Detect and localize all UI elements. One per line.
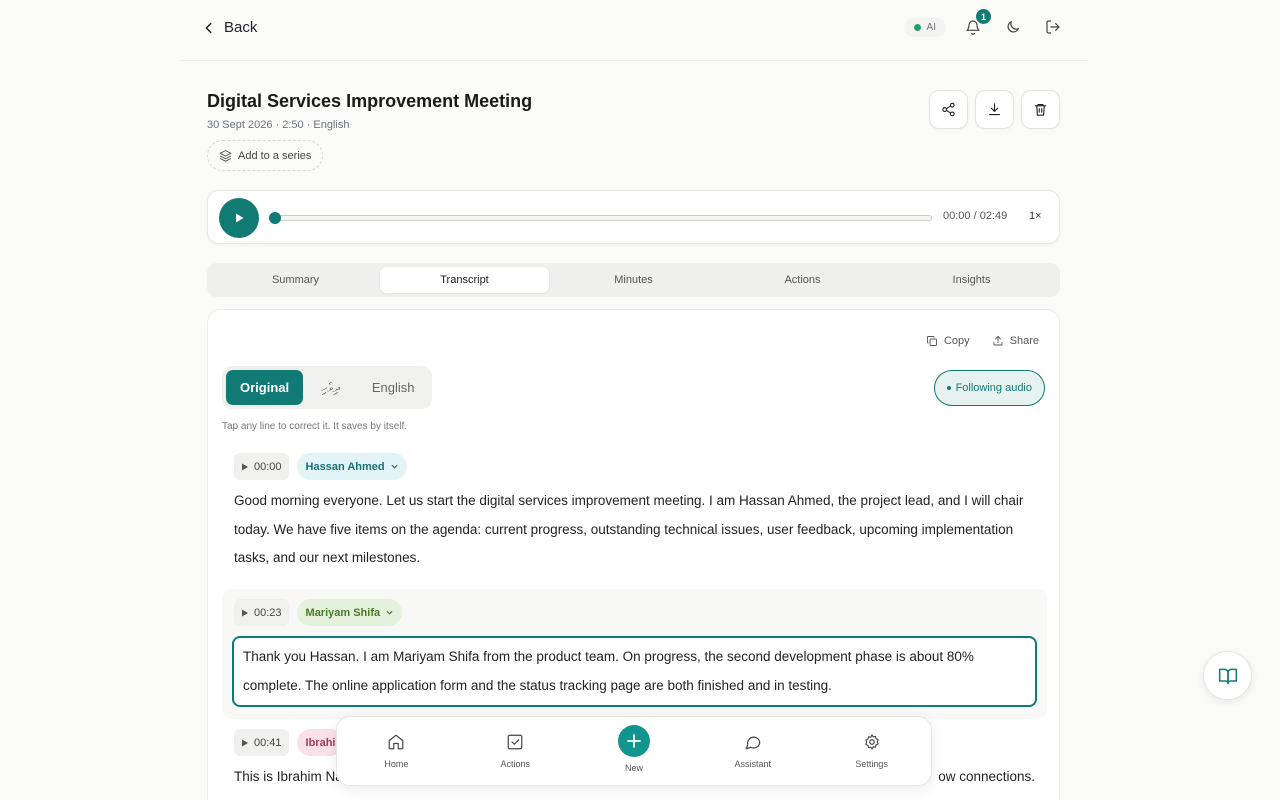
moon-icon: [1007, 21, 1019, 33]
meeting-tabs: Summary Transcript Minutes Actions Insig…: [207, 263, 1060, 297]
lang-original-option[interactable]: Original: [226, 370, 304, 405]
meeting-actions: [929, 90, 1060, 129]
tab-minutes[interactable]: Minutes: [549, 267, 718, 293]
meeting-title: Digital Services Improvement Meeting: [207, 91, 533, 111]
new-button[interactable]: [617, 725, 650, 757]
ai-status-badge[interactable]: AI: [903, 17, 946, 37]
nav-actions[interactable]: Actions: [456, 717, 575, 785]
segment-timestamp-button[interactable]: 00:41: [234, 729, 289, 756]
following-audio-label: Following audio: [955, 382, 1032, 394]
share-transcript-button[interactable]: Share: [992, 335, 1039, 347]
segment-timestamp-button[interactable]: 00:00: [234, 453, 289, 480]
notifications-button[interactable]: 1: [960, 9, 991, 40]
download-meeting-button[interactable]: [975, 90, 1014, 129]
lang-dhivehi-option[interactable]: ދިވެހި: [307, 370, 354, 405]
play-icon: [242, 609, 248, 616]
top-bar: Back AI 1: [180, 0, 1088, 61]
plus-icon: [627, 734, 641, 748]
segment-timestamp: 00:41: [254, 736, 282, 749]
nav-settings-label: Settings: [855, 759, 888, 769]
nav-home[interactable]: Home: [337, 717, 456, 785]
transcript-segment: 00:00 Hassan Ahmed Good morning everyone…: [222, 453, 1047, 573]
edit-hint: Tap any line to correct it. It saves by …: [222, 421, 408, 432]
play-icon: [236, 213, 244, 223]
tab-transcript[interactable]: Transcript: [380, 267, 549, 293]
theme-toggle-button[interactable]: [1000, 14, 1026, 40]
language-toggle: Original ދިވެހި English: [222, 366, 433, 409]
tab-summary[interactable]: Summary: [211, 267, 380, 293]
nav-settings[interactable]: Settings: [812, 717, 931, 785]
share-meeting-button[interactable]: [929, 90, 968, 129]
playback-time: 00:00 / 02:49: [943, 210, 1008, 222]
book-open-icon: [1218, 668, 1237, 684]
nav-assistant[interactable]: Assistant: [693, 717, 812, 785]
segment-text-editor[interactable]: Thank you Hassan. I am Mariyam Shifa fro…: [232, 636, 1037, 707]
share-icon: [942, 102, 955, 117]
add-to-series-label: Add to a series: [238, 149, 312, 162]
home-icon: [389, 734, 404, 750]
copy-button[interactable]: Copy: [926, 335, 970, 347]
segment-timestamp: 00:00: [254, 460, 282, 473]
play-button[interactable]: [219, 198, 259, 238]
segment-text-end: ow connections.: [938, 769, 1035, 784]
nav-new[interactable]: New: [575, 717, 694, 785]
copy-icon: [927, 336, 937, 346]
delete-meeting-button[interactable]: [1021, 90, 1060, 129]
speaker-name: Hassan Ahmed: [305, 460, 385, 473]
speaker-selector[interactable]: Hassan Ahmed: [296, 453, 407, 480]
checkbox-icon: [507, 734, 523, 750]
chat-bubble-icon: [745, 736, 761, 750]
audio-player: 00:00 / 02:49 1×: [207, 190, 1060, 244]
nav-home-label: Home: [384, 759, 409, 769]
gear-icon: [864, 734, 879, 750]
following-audio-toggle[interactable]: Following audio: [933, 370, 1045, 406]
add-to-series-button[interactable]: Add to a series: [207, 140, 324, 171]
meeting-meta: 30 Sept 2026 · 2:50 · English: [207, 119, 350, 131]
speaker-selector[interactable]: Mariyam Shifa: [296, 599, 403, 626]
upload-icon: [993, 336, 1003, 346]
logout-icon: [1046, 20, 1060, 34]
nav-new-label: New: [624, 763, 643, 773]
chevron-left-icon: [205, 22, 212, 33]
logout-button[interactable]: [1040, 14, 1066, 40]
tab-insights[interactable]: Insights: [887, 267, 1056, 293]
transcript-segment-selected: 00:23 Mariyam Shifa Thank you Hassan. I …: [222, 589, 1047, 719]
segment-timestamp: 00:23: [254, 606, 282, 619]
audio-progress-knob[interactable]: [269, 212, 281, 224]
play-icon: [242, 463, 248, 470]
speaker-name: Ibrahi: [305, 736, 336, 749]
segment-text[interactable]: Good morning everyone. Let us start the …: [222, 480, 1047, 573]
download-icon: [988, 103, 1001, 116]
nav-actions-label: Actions: [500, 759, 530, 769]
ai-status-label: AI: [926, 21, 936, 33]
bottom-navigation: Home Actions New Assistant Settings: [336, 716, 932, 786]
play-icon: [242, 739, 248, 746]
back-label: Back: [224, 19, 258, 36]
speaker-name: Mariyam Shifa: [305, 606, 381, 619]
segment-timestamp-button[interactable]: 00:23: [234, 599, 289, 626]
share-label: Share: [1009, 335, 1039, 347]
lang-english-option[interactable]: English: [358, 370, 429, 405]
following-dot: [946, 386, 951, 390]
chevron-down-icon: [391, 464, 398, 469]
nav-assistant-label: Assistant: [734, 759, 772, 769]
notification-count-badge: 1: [976, 9, 991, 24]
back-button[interactable]: Back: [202, 19, 257, 36]
ai-status-dot: [913, 23, 921, 31]
trash-icon: [1034, 103, 1047, 116]
glossary-button[interactable]: [1203, 651, 1252, 700]
copy-label: Copy: [943, 335, 970, 347]
audio-progress-track[interactable]: [269, 212, 932, 224]
layers-icon: [219, 150, 232, 162]
segment-text-start: This is Ibrahim Na: [234, 769, 343, 784]
tab-actions[interactable]: Actions: [718, 267, 887, 293]
chevron-down-icon: [386, 610, 393, 615]
playback-speed-button[interactable]: 1×: [1029, 210, 1042, 222]
